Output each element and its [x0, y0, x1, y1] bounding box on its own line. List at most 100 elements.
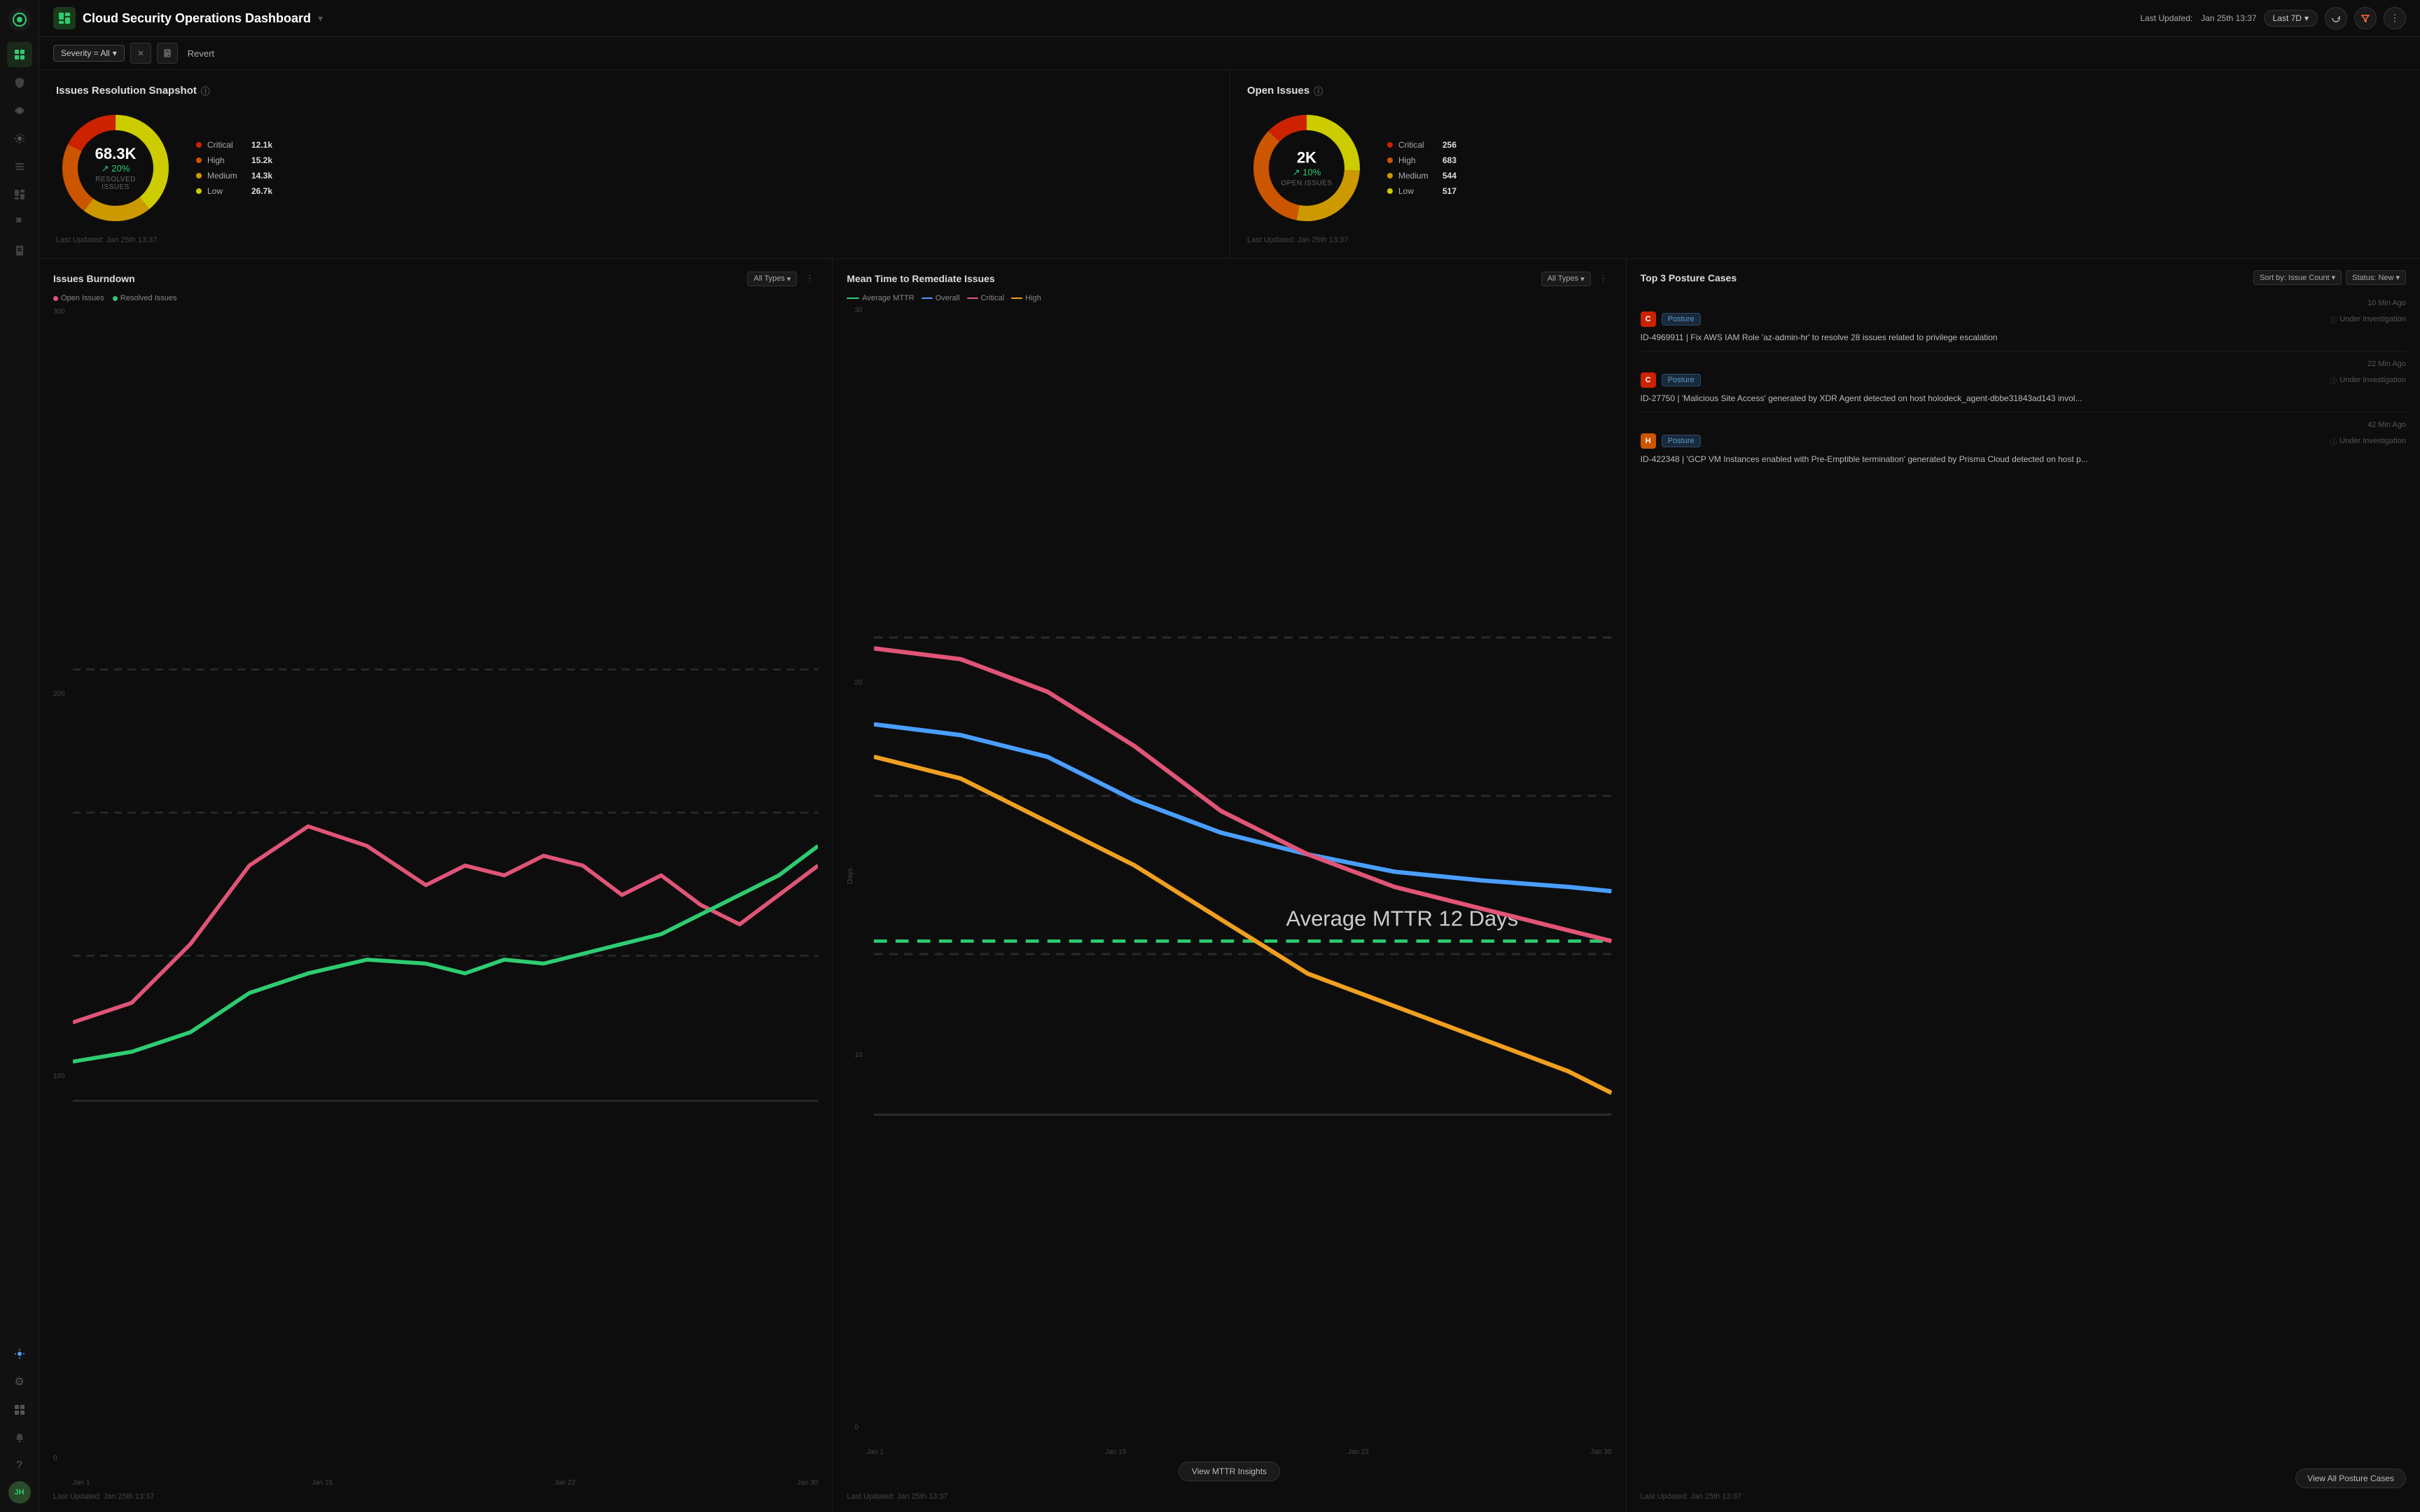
refresh-button[interactable] [2325, 7, 2347, 29]
case-2-header: C Posture ⓘ Under Investigation [1641, 372, 2406, 388]
posture-footer: Last Updated: Jan 25th 13:37 [1641, 1492, 2406, 1501]
burndown-title: Issues Burndown [53, 273, 135, 284]
open-legend: Critical 256 High 683 Medium 544 [1387, 140, 1456, 196]
filter-button[interactable] [2354, 7, 2377, 29]
sidebar-item-bell[interactable] [7, 1425, 32, 1450]
mttr-y-axis: 30 20 10 0 [854, 307, 874, 1432]
burndown-y-axis: 300 200 100 0 [53, 308, 73, 1462]
dashboard-icon [53, 7, 76, 29]
resolved-issues-chart: 68.3K ↗ 20% RESOLVED ISSUES Critical 12.… [56, 108, 1213, 227]
legend-medium: Medium 14.3k [196, 171, 272, 181]
open-issues-chart: 2K ↗ 10% OPEN ISSUES Critical 256 [1247, 108, 2403, 227]
case-2-posture-tag[interactable]: Posture [1662, 374, 1701, 386]
posture-sort-filter[interactable]: Sort by: Issue Count ▾ [2253, 270, 2342, 285]
sidebar-item-dashboard[interactable] [7, 182, 32, 207]
info-icon[interactable]: ⓘ [201, 84, 210, 97]
sidebar-bottom: ⚙ ? JH [7, 1341, 32, 1504]
open-footer: Last Updated: Jan 25th 13:37 [1247, 236, 2403, 244]
time-range-selector[interactable]: Last 7D ▾ [2264, 10, 2318, 27]
sidebar-item-gear[interactable]: ⚙ [7, 1369, 32, 1394]
case-2-severity-badge: C [1641, 372, 1656, 388]
open-donut-chart: 2K ↗ 10% OPEN ISSUES [1247, 108, 1366, 227]
mttr-menu-button[interactable]: ⋮ [1595, 270, 1612, 287]
mttr-critical-legend: Critical [967, 294, 1005, 302]
severity-filter[interactable]: Severity = All ▾ [53, 45, 125, 62]
app-logo[interactable] [8, 8, 31, 31]
open-medium-dot [1387, 173, 1393, 178]
case-2-text: ID-27750 | 'Malicious Site Access' gener… [1641, 392, 2406, 405]
last-updated-label: Last Updated: [2140, 13, 2192, 23]
mttr-x-axis: Jan 1 Jan 15 Jan 22 Jan 30 [847, 1448, 1611, 1456]
view-mttr-button[interactable]: View MTTR Insights [1178, 1462, 1280, 1481]
critical-legend-line [967, 298, 978, 299]
dashboard: Issues Resolution Snapshot ⓘ [39, 70, 2420, 1512]
posture-case-3: 42 Min Ago H Posture ⓘ Under Investigati… [1641, 414, 2406, 472]
page-title: Cloud Security Operations Dashboard [83, 11, 311, 26]
save-filter-button[interactable] [157, 43, 178, 64]
resolved-legend: Critical 12.1k High 15.2k Medium 14.3k [196, 140, 272, 196]
case-1-severity-badge: C [1641, 312, 1656, 327]
posture-status-filter[interactable]: Status: New ▾ [2346, 270, 2406, 285]
resolved-legend-dot [113, 296, 118, 301]
case-1-posture-tag[interactable]: Posture [1662, 313, 1701, 326]
low-dot [196, 188, 202, 194]
case-2-time: 22 Min Ago [1641, 360, 2406, 368]
sidebar-item-book[interactable] [7, 238, 32, 263]
info-circle-icon-3: ⓘ [2330, 436, 2337, 447]
burndown-footer: Last Updated: Jan 25th 13:37 [53, 1492, 818, 1501]
header: Cloud Security Operations Dashboard ▾ La… [39, 0, 2420, 37]
severity-filter-label: Severity = All [61, 48, 110, 58]
burndown-type-filter[interactable]: All Types ▾ [747, 272, 797, 286]
sidebar-item-shield[interactable] [7, 70, 32, 95]
open-high-dot [1387, 158, 1393, 163]
mttr-chart-area: 30 20 10 0 [854, 307, 1611, 1446]
sidebar-item-help[interactable]: ? [7, 1453, 32, 1478]
mttr-high-legend: High [1011, 294, 1041, 302]
posture-case-1: 10 Min Ago C Posture ⓘ Under Investigati… [1641, 292, 2406, 351]
info-circle-icon-2: ⓘ [2330, 375, 2337, 386]
sidebar-item-grid[interactable] [7, 42, 32, 67]
sidebar-item-eye[interactable] [7, 98, 32, 123]
sidebar-item-apps[interactable] [7, 1397, 32, 1422]
case-2-status: ⓘ Under Investigation [2330, 375, 2406, 386]
mttr-footer: Last Updated: Jan 25th 13:37 [847, 1492, 1611, 1501]
mttr-legend: Average MTTR Overall Critical High [847, 294, 1611, 302]
open-legend-high: High 683 [1387, 155, 1456, 165]
chevron-down-icon: ▾ [2304, 13, 2309, 23]
case-1-status: ⓘ Under Investigation [2330, 314, 2406, 325]
more-options-button[interactable]: ⋮ [2384, 7, 2406, 29]
open-issues-card: Open Issues ⓘ [1230, 70, 2420, 258]
info-circle-icon: ⓘ [2330, 314, 2337, 325]
title-chevron-icon[interactable]: ▾ [318, 13, 323, 24]
sidebar-item-active-settings[interactable] [7, 1341, 32, 1366]
posture-cases-card: Top 3 Posture Cases Sort by: Issue Count… [1627, 259, 2420, 1512]
revert-button[interactable]: Revert [183, 46, 218, 62]
sidebar-item-puzzle[interactable] [7, 210, 32, 235]
user-avatar[interactable]: JH [8, 1481, 31, 1504]
view-all-posture-button[interactable]: View All Posture Cases [2295, 1469, 2406, 1488]
case-3-posture-tag[interactable]: Posture [1662, 435, 1701, 447]
mttr-header: Mean Time to Remediate Issues All Types … [847, 270, 1611, 287]
burndown-menu-button[interactable]: ⋮ [801, 270, 818, 287]
overall-legend-line [922, 298, 933, 299]
open-legend-dot [53, 296, 58, 301]
case-3-status: ⓘ Under Investigation [2330, 436, 2406, 447]
delete-filter-button[interactable] [130, 43, 151, 64]
burndown-x-axis: Jan 1 Jan 15 Jan 22 Jan 30 [53, 1479, 818, 1487]
high-legend-line [1011, 298, 1022, 299]
mttr-type-filter[interactable]: All Types ▾ [1541, 272, 1591, 286]
posture-controls: Sort by: Issue Count ▾ Status: New ▾ [2253, 270, 2406, 285]
main-content: Cloud Security Operations Dashboard ▾ La… [39, 0, 2420, 1512]
legend-resolved-issues: Resolved Issues [113, 294, 177, 302]
case-3-severity-badge: H [1641, 433, 1656, 449]
open-donut-center: 2K ↗ 10% OPEN ISSUES [1281, 149, 1332, 188]
open-legend-medium: Medium 544 [1387, 171, 1456, 181]
resolved-donut-center: 68.3K ↗ 20% RESOLVED ISSUES [86, 145, 146, 191]
sidebar-item-list[interactable] [7, 154, 32, 179]
avg-legend-line [847, 298, 859, 299]
info-icon-2[interactable]: ⓘ [1314, 84, 1323, 97]
sidebar-item-settings[interactable] [7, 126, 32, 151]
critical-dot [196, 142, 202, 148]
case-3-header: H Posture ⓘ Under Investigation [1641, 433, 2406, 449]
chevron-down-icon: ▾ [1580, 274, 1585, 284]
